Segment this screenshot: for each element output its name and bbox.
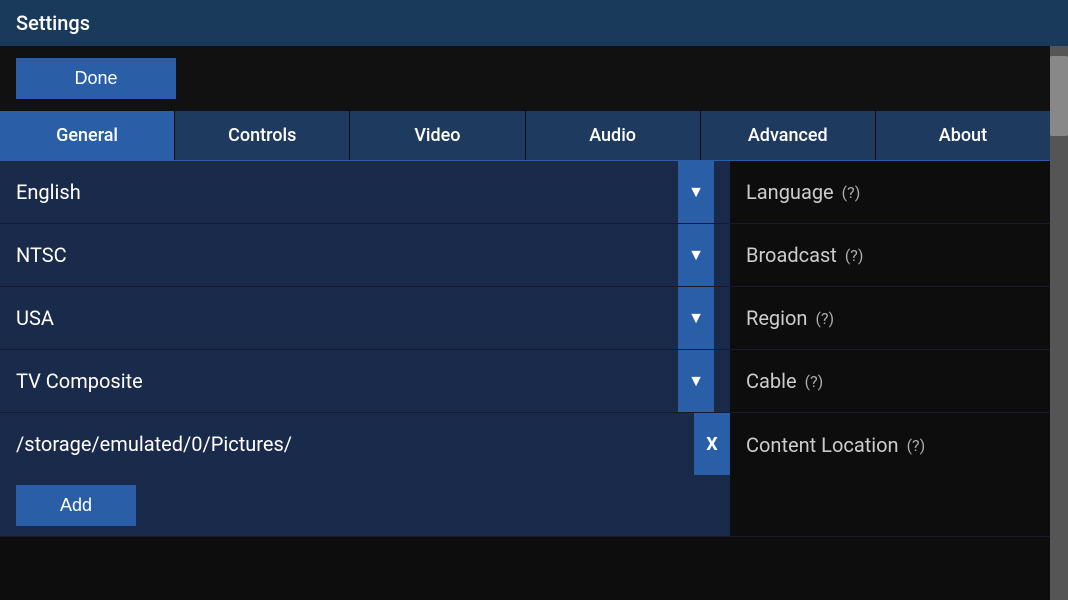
broadcast-help[interactable]: (?) [845,246,864,265]
setting-row-broadcast: NTSC Broadcast (?) [0,224,1050,287]
language-value: English [16,180,678,204]
title-text: Settings [16,11,90,35]
region-control[interactable]: USA [0,287,730,349]
setting-row-content-location: /storage/emulated/0/Pictures/ X Add Cont… [0,413,1050,537]
language-control[interactable]: English [0,161,730,223]
cable-dropdown-arrow[interactable] [678,350,714,412]
tab-bar: General Controls Video Audio Advanced Ab… [0,111,1050,161]
tab-controls[interactable]: Controls [175,111,350,160]
cable-help[interactable]: (?) [805,372,824,391]
setting-row-language: English Language (?) [0,161,1050,224]
cable-control[interactable]: TV Composite [0,350,730,412]
region-help[interactable]: (?) [815,309,834,328]
region-label-text: Region [746,306,807,330]
done-button[interactable]: Done [16,58,176,99]
language-dropdown-arrow[interactable] [678,161,714,223]
broadcast-label-text: Broadcast [746,243,837,267]
settings-list: English Language (?) NTSC Broadcast (?) [0,161,1050,537]
content-location-label: Content Location (?) [730,413,1050,457]
add-row: Add [0,475,730,536]
language-help[interactable]: (?) [842,183,861,202]
broadcast-value: NTSC [16,243,678,267]
region-value: USA [16,306,678,330]
tab-advanced[interactable]: Advanced [701,111,876,160]
cable-value: TV Composite [16,369,678,393]
broadcast-label: Broadcast (?) [730,243,1050,267]
setting-row-cable: TV Composite Cable (?) [0,350,1050,413]
broadcast-dropdown-arrow[interactable] [678,224,714,286]
broadcast-control[interactable]: NTSC [0,224,730,286]
cable-label: Cable (?) [730,369,1050,393]
region-dropdown-arrow[interactable] [678,287,714,349]
tab-audio[interactable]: Audio [526,111,701,160]
content-location-label-text: Content Location [746,433,899,457]
cable-label-text: Cable [746,369,797,393]
done-section: Done [0,46,1050,111]
tab-general[interactable]: General [0,111,175,160]
content-location-top: /storage/emulated/0/Pictures/ X [0,413,730,475]
content-location-help[interactable]: (?) [907,436,926,455]
title-bar: Settings [0,0,1068,46]
language-label: Language (?) [730,180,1050,204]
tab-video[interactable]: Video [350,111,525,160]
scrollbar-thumb[interactable] [1050,56,1068,136]
add-button[interactable]: Add [16,485,136,526]
tab-about[interactable]: About [876,111,1050,160]
language-label-text: Language [746,180,834,204]
scrollbar[interactable] [1050,46,1068,600]
region-label: Region (?) [730,306,1050,330]
setting-row-region: USA Region (?) [0,287,1050,350]
content-location-x-button[interactable]: X [694,413,730,475]
content-location-value: /storage/emulated/0/Pictures/ [0,432,694,456]
